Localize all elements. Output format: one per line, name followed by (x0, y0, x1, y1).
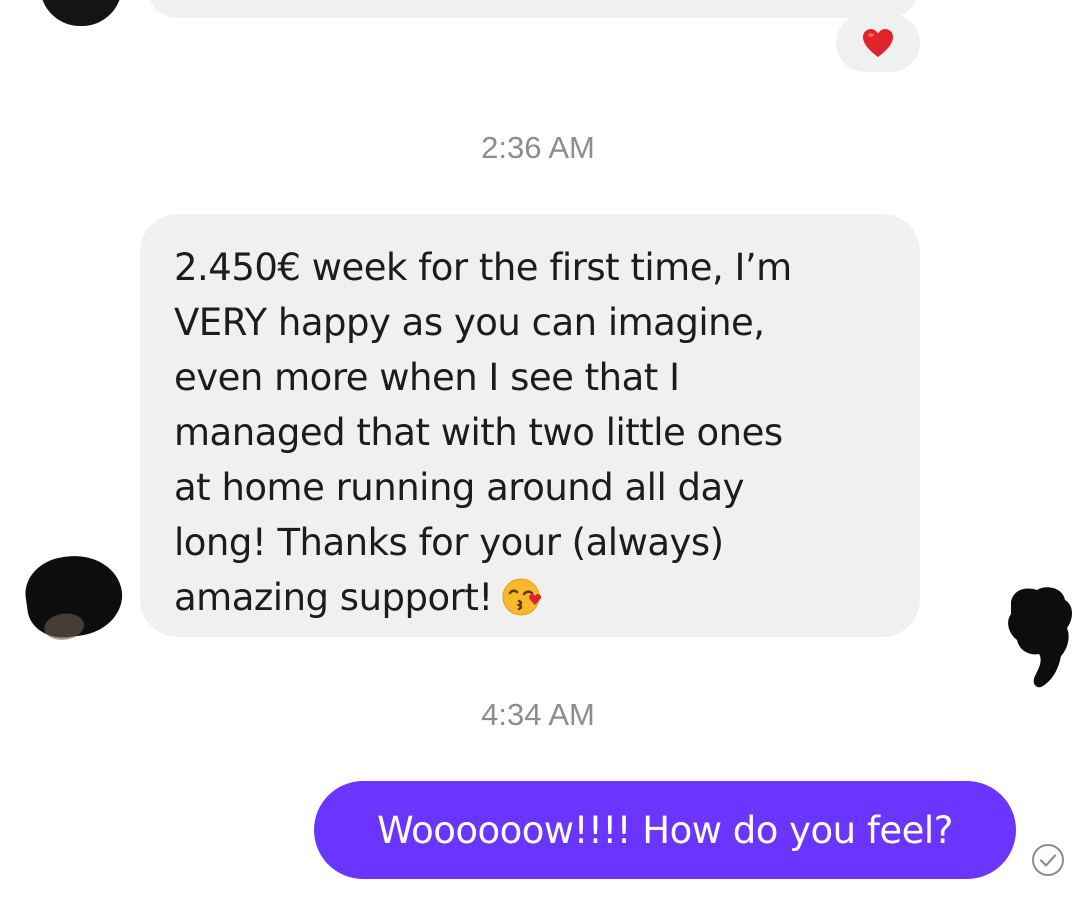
outgoing-message-text: Woooooow!!!! How do you feel? (377, 808, 953, 852)
face-blowing-a-kiss-icon (501, 576, 543, 633)
avatar[interactable] (20, 549, 128, 643)
avatar[interactable] (40, 0, 122, 26)
message-line: VERY happy as you can imagine, (174, 301, 765, 344)
message-timestamp: 4:34 AM (481, 697, 595, 732)
message-line: 2.450€ week for the first time, I’m (174, 246, 792, 289)
message-line: even more when I see that I (174, 356, 680, 399)
reaction-badge[interactable] (836, 14, 920, 72)
heart-icon (862, 28, 894, 58)
message-line: amazing support! (174, 576, 493, 619)
outgoing-message-bubble[interactable]: Woooooow!!!! How do you feel? (314, 781, 1016, 879)
message-line: at home running around all day (174, 466, 745, 509)
incoming-message-text: 2.450€ week for the first time, I’m VERY… (174, 240, 900, 633)
previous-message-bubble[interactable] (148, 0, 918, 18)
message-line: managed that with two little ones (174, 411, 783, 454)
seen-check-icon (1032, 844, 1064, 876)
message-line: long! Thanks for your (always) (174, 521, 724, 564)
message-timestamp: 2:36 AM (481, 130, 595, 165)
incoming-message-bubble[interactable]: 2.450€ week for the first time, I’m VERY… (140, 214, 920, 637)
avatar[interactable] (1003, 584, 1076, 690)
